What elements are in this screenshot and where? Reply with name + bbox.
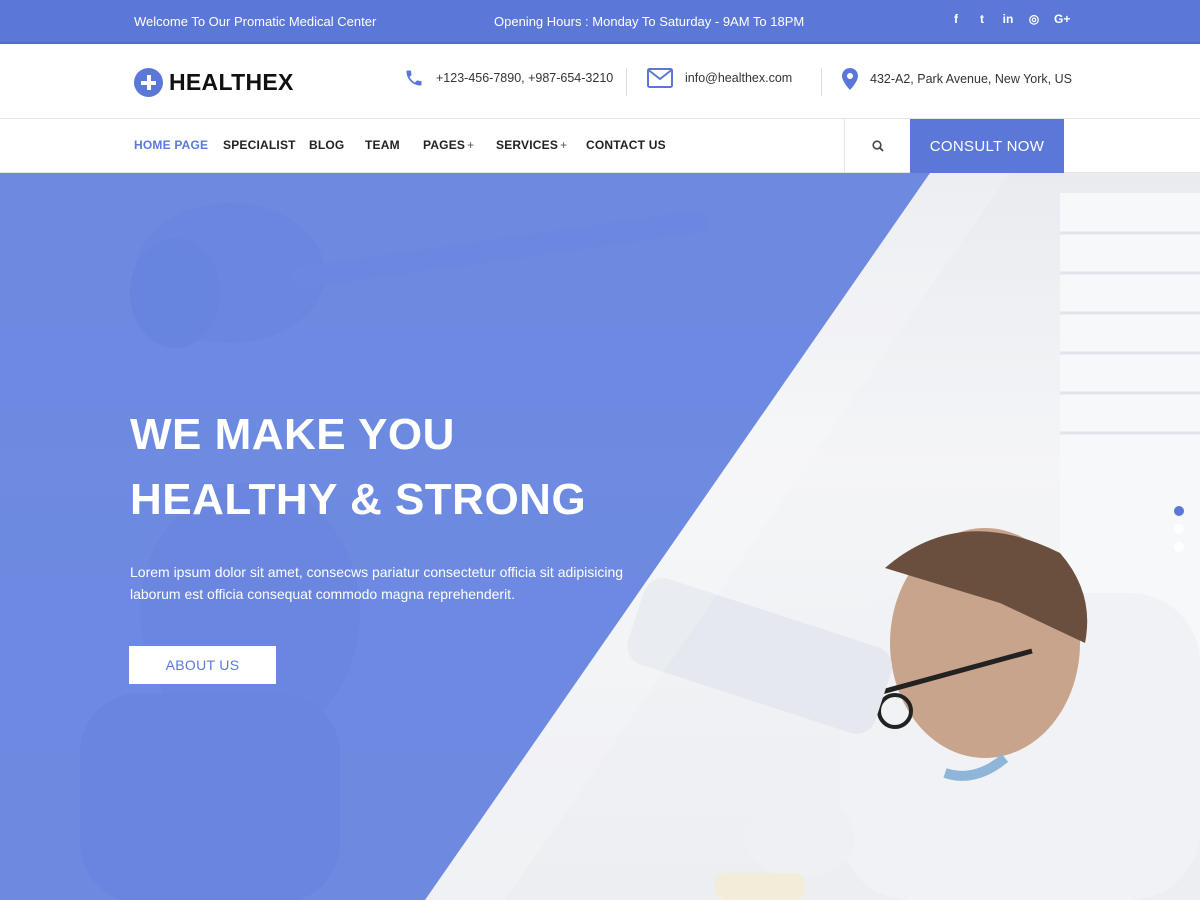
welcome-text: Welcome To Our Promatic Medical Center <box>134 14 377 29</box>
top-bar: Welcome To Our Promatic Medical Center O… <box>0 0 1200 44</box>
hero-description-line1: Lorem ipsum dolor sit amet, consecws par… <box>130 564 624 580</box>
nav-item-contact-us[interactable]: CONTACT US <box>586 138 666 152</box>
slider-dot-2[interactable] <box>1174 524 1184 534</box>
nav-item-pages[interactable]: PAGES + <box>423 138 474 152</box>
hero-slider: WE MAKE YOU HEALTHY & STRONG Lorem ipsum… <box>0 173 1200 900</box>
divider <box>821 68 822 96</box>
contact-address: 432-A2, Park Avenue, New York, US <box>842 68 1072 90</box>
slider-dot-1[interactable] <box>1174 506 1184 516</box>
linkedin-icon[interactable]: in <box>1002 12 1014 26</box>
nav-item-blog[interactable]: BLOG <box>309 138 344 152</box>
social-links: f t in ◎ G+ <box>950 12 1070 26</box>
divider <box>626 68 627 96</box>
search-icon <box>871 140 884 152</box>
slider-dot-3[interactable] <box>1174 542 1184 552</box>
phone-icon <box>406 70 422 86</box>
nav-item-team[interactable]: TEAM <box>365 138 400 152</box>
submenu-plus-icon: + <box>560 138 568 152</box>
hero-title-line2: HEALTHY & STRONG <box>130 475 587 524</box>
mail-icon <box>647 68 673 88</box>
nav-item-label: SERVICES <box>496 138 559 152</box>
contact-email: info@healthex.com <box>647 68 792 88</box>
hero-description-line2: laborum est officia consequat commodo ma… <box>130 586 515 602</box>
nav-item-services[interactable]: SERVICES + <box>496 138 567 152</box>
nav-item-label: PAGES <box>423 138 466 152</box>
logo-text: HEALTHEX <box>169 69 294 95</box>
submenu-plus-icon: + <box>467 138 475 152</box>
hero-title-line1: WE MAKE YOU <box>130 410 455 459</box>
consult-now-button[interactable]: CONSULT NOW <box>910 119 1064 173</box>
google-plus-icon[interactable]: G+ <box>1054 12 1070 26</box>
contact-phone: +123-456-7890, +987-654-3210 <box>404 68 613 88</box>
search-button[interactable] <box>844 119 910 173</box>
header: HEALTHEX +123-456-7890, +987-654-3210 in… <box>0 44 1200 119</box>
hero-description: Lorem ipsum dolor sit amet, consecws par… <box>130 561 650 605</box>
email-address[interactable]: info@healthex.com <box>685 71 792 85</box>
instagram-icon[interactable]: ◎ <box>1028 12 1040 26</box>
location-pin-icon <box>842 68 858 90</box>
opening-hours: Opening Hours : Monday To Saturday - 9AM… <box>494 14 805 29</box>
medical-cross-icon <box>134 68 163 97</box>
logo[interactable]: HEALTHEX <box>134 68 294 97</box>
nav-item-specialist[interactable]: SPECIALIST <box>223 138 296 152</box>
slider-pagination <box>1174 506 1184 552</box>
main-nav: HOME PAGE SPECIALIST BLOG TEAM PAGES + SE… <box>0 119 1200 173</box>
facebook-icon[interactable]: f <box>950 12 962 26</box>
about-us-button[interactable]: ABOUT US <box>129 646 276 684</box>
address-text: 432-A2, Park Avenue, New York, US <box>870 72 1072 86</box>
nav-item-home-page[interactable]: HOME PAGE <box>134 138 208 152</box>
phone-numbers: +123-456-7890, +987-654-3210 <box>436 71 614 85</box>
twitter-icon[interactable]: t <box>976 12 988 26</box>
